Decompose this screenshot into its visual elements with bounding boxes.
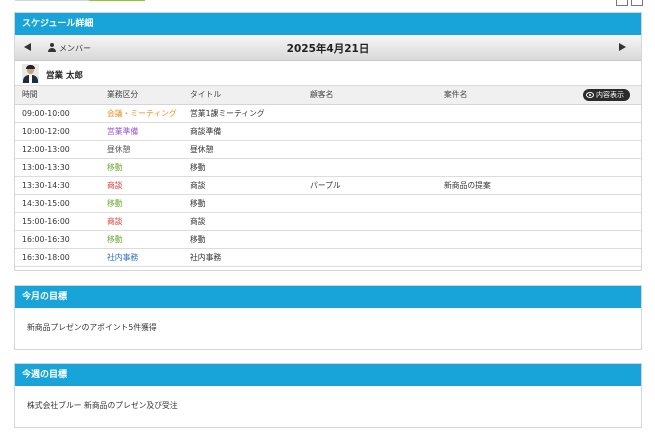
table-row[interactable]: 16:00-16:30 移動 移動 — [15, 230, 641, 249]
cell-category: 会議・ミーティング — [100, 104, 183, 123]
cell-time: 14:30-15:00 — [15, 194, 100, 213]
cell-customer — [303, 230, 437, 249]
cell-time: 16:30-18:00 — [15, 248, 100, 267]
table-row[interactable]: 13:30-14:30 商談 商談 パープル 新商品の提案 — [15, 176, 641, 195]
cell-title: 商談 — [183, 176, 303, 195]
cell-title: 社内事務 — [183, 248, 303, 267]
column-header-project-label: 案件名 — [444, 90, 468, 100]
cell-category: 営業準備 — [100, 122, 183, 141]
table-row[interactable]: 13:00-13:30 移動 移動 — [15, 158, 641, 177]
schedule-table: 時間 業務区分 タイトル 顧客名 案件名 内容表示 09:00-10:00 会議・… — [15, 86, 641, 267]
monthly-goal-card: 今月の目標 新商品プレゼンのアポイント5件獲得 — [14, 285, 642, 350]
cell-time: 15:00-16:00 — [15, 212, 100, 231]
user-name: 営業 太郎 — [46, 71, 83, 81]
top-tab-active-underline — [89, 0, 145, 1]
cell-project — [437, 140, 641, 159]
cell-category: 商談 — [100, 212, 183, 231]
print-icon[interactable] — [616, 0, 628, 6]
show-details-button[interactable]: 内容表示 — [583, 89, 630, 101]
cell-customer: パープル — [303, 176, 437, 195]
cell-project: 新商品の提案 — [437, 176, 641, 195]
schedule-detail-header: スケジュール詳細 — [15, 13, 641, 35]
table-row[interactable]: 14:30-15:00 移動 移動 — [15, 194, 641, 213]
cell-project — [437, 230, 641, 249]
top-tab-underline — [15, 0, 89, 1]
member-link[interactable]: メンバー — [47, 41, 91, 55]
eye-icon — [586, 92, 594, 98]
monthly-goal-text: 新商品プレゼンのアポイント5件獲得 — [27, 323, 157, 332]
column-header-category: 業務区分 — [100, 86, 183, 105]
toolbar-icons — [616, 0, 643, 7]
next-day-arrow-icon[interactable] — [619, 43, 626, 51]
cell-time: 10:00-12:00 — [15, 122, 100, 141]
schedule-table-body: 09:00-10:00 会議・ミーティング 営業1課ミーティング 10:00-12:0… — [15, 104, 641, 267]
cell-category: 商談 — [100, 176, 183, 195]
avatar — [22, 64, 39, 83]
column-header-project: 案件名 内容表示 — [437, 86, 641, 105]
table-header-row: 時間 業務区分 タイトル 顧客名 案件名 内容表示 — [15, 86, 641, 105]
top-strip — [0, 0, 655, 8]
weekly-goal-header: 今週の目標 — [15, 364, 641, 386]
cell-customer — [303, 122, 437, 141]
previous-day-arrow-icon[interactable] — [24, 43, 31, 51]
date-navigation-bar: メンバー 2025年4月21日 — [15, 35, 641, 61]
cell-customer — [303, 212, 437, 231]
table-row[interactable]: 16:30-18:00 社内事務 社内事務 — [15, 248, 641, 267]
schedule-page: スケジュール詳細 メンバー 2025年4月21日 営業 太郎 時間 業務区分 タ… — [0, 0, 655, 441]
cell-category: 移動 — [100, 230, 183, 249]
table-row[interactable]: 09:00-10:00 会議・ミーティング 営業1課ミーティング — [15, 104, 641, 123]
column-header-title: タイトル — [183, 86, 303, 105]
cell-time: 16:00-16:30 — [15, 230, 100, 249]
cell-title: 商談 — [183, 212, 303, 231]
cell-customer — [303, 248, 437, 267]
cell-time: 09:00-10:00 — [15, 104, 100, 123]
export-icon[interactable] — [631, 0, 643, 6]
cell-customer — [303, 158, 437, 177]
cell-category: 移動 — [100, 194, 183, 213]
table-row[interactable]: 15:00-16:00 商談 商談 — [15, 212, 641, 231]
cell-title: 移動 — [183, 158, 303, 177]
cell-title: 商談準備 — [183, 122, 303, 141]
cell-customer — [303, 194, 437, 213]
cell-category: 昼休憩 — [100, 140, 183, 159]
cell-time: 12:00-13:00 — [15, 140, 100, 159]
cell-project — [437, 194, 641, 213]
member-icon — [47, 43, 57, 53]
cell-project — [437, 248, 641, 267]
schedule-detail-card: スケジュール詳細 メンバー 2025年4月21日 営業 太郎 時間 業務区分 タ… — [14, 12, 642, 271]
table-row[interactable]: 10:00-12:00 営業準備 商談準備 — [15, 122, 641, 141]
table-row[interactable]: 12:00-13:00 昼休憩 昼休憩 — [15, 140, 641, 159]
show-details-label: 内容表示 — [596, 91, 624, 99]
cell-title: 移動 — [183, 230, 303, 249]
cell-project — [437, 158, 641, 177]
cell-project — [437, 212, 641, 231]
cell-title: 営業1課ミーティング — [183, 104, 303, 123]
cell-customer — [303, 140, 437, 159]
cell-title: 移動 — [183, 194, 303, 213]
user-row: 営業 太郎 — [15, 61, 641, 86]
column-header-customer: 顧客名 — [303, 86, 437, 105]
cell-time: 13:30-14:30 — [15, 176, 100, 195]
member-link-label: メンバー — [59, 43, 91, 53]
column-header-time: 時間 — [15, 86, 100, 105]
cell-customer — [303, 104, 437, 123]
cell-project — [437, 104, 641, 123]
cell-category: 社内事務 — [100, 248, 183, 267]
cell-project — [437, 122, 641, 141]
cell-title: 昼休憩 — [183, 140, 303, 159]
weekly-goal-card: 今週の目標 株式会社ブルー 新商品のプレゼン及び受注 — [14, 363, 642, 428]
cell-category: 移動 — [100, 158, 183, 177]
current-date: 2025年4月21日 — [286, 43, 370, 55]
cell-time: 13:00-13:30 — [15, 158, 100, 177]
weekly-goal-text: 株式会社ブルー 新商品のプレゼン及び受注 — [27, 401, 178, 410]
monthly-goal-header: 今月の目標 — [15, 286, 641, 308]
